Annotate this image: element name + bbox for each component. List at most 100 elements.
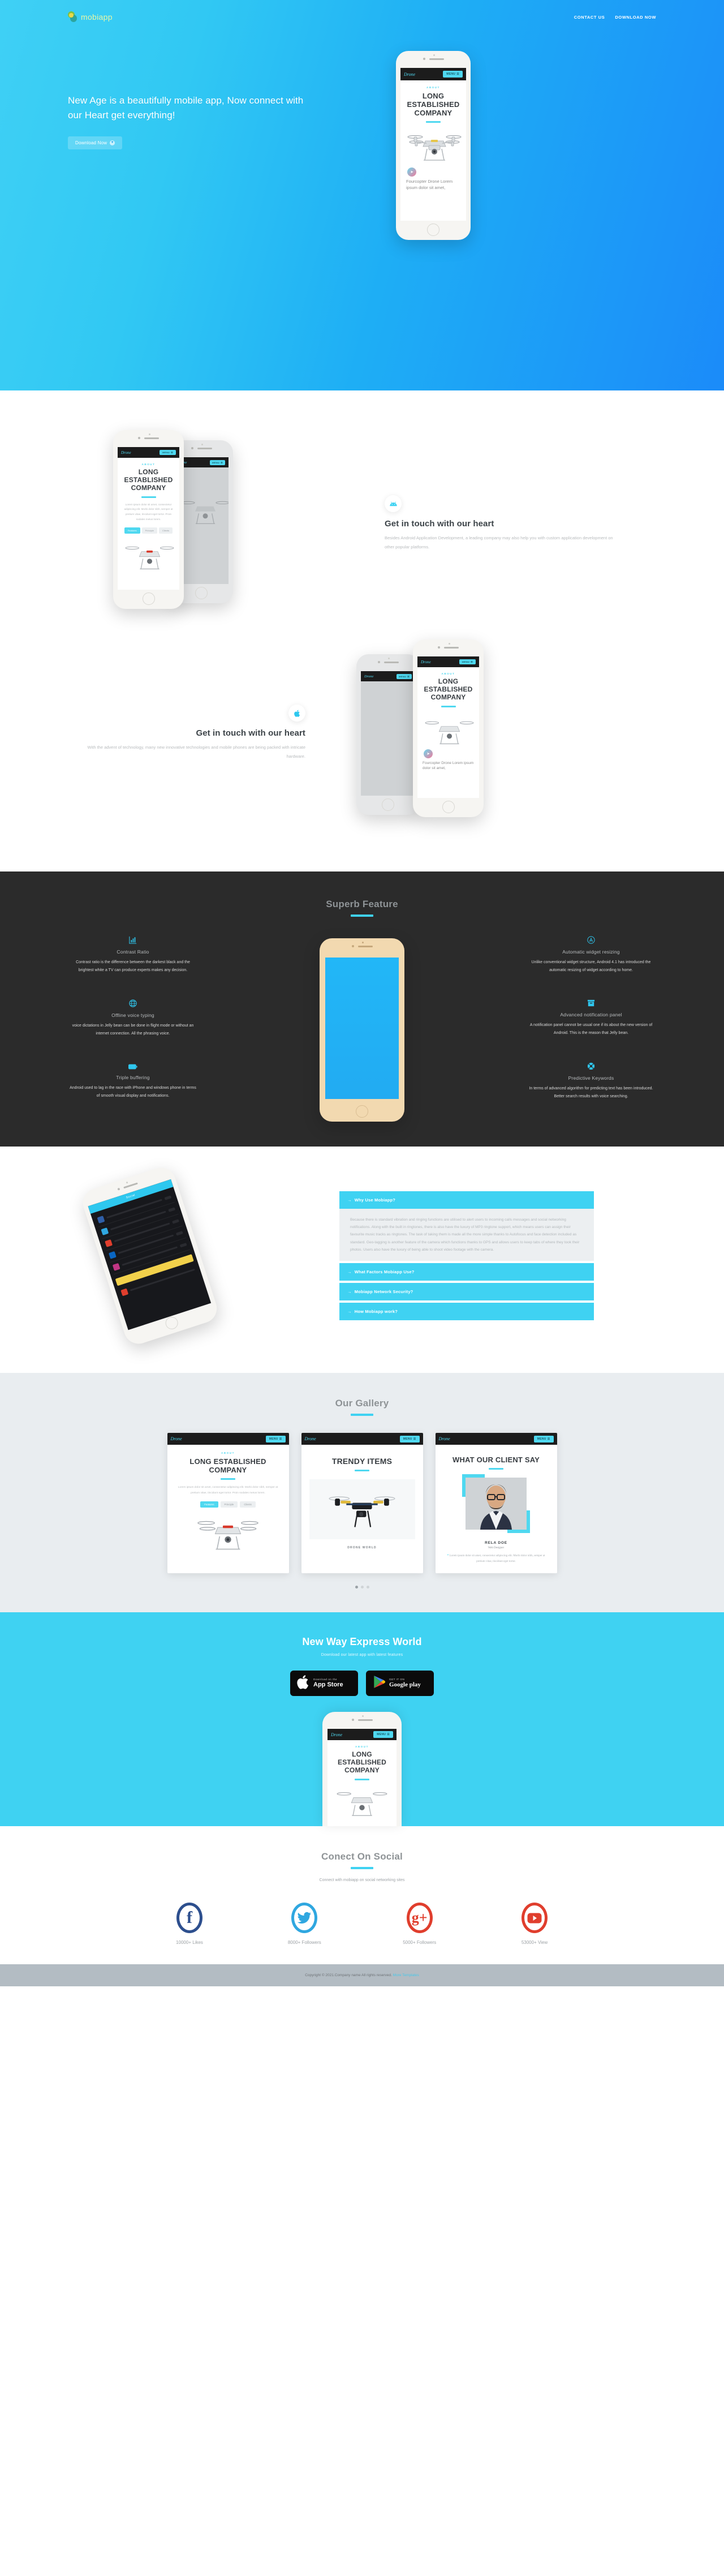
instagram-icon [112, 1263, 120, 1271]
gallery-title-block: Our Gallery [0, 1398, 724, 1416]
gallery-card[interactable]: Drone MENU ☰ TRENDY ITEMS DRONE WORLD [301, 1433, 423, 1574]
app-menu-button[interactable]: MENU ☰ [210, 460, 225, 465]
app-caption: Fourcopter Drone Lorem ipsum dolor sit a… [423, 761, 474, 770]
app-heading: LONG ESTABLISHED COMPANY [424, 677, 473, 701]
tab-principle[interactable]: Principle [141, 527, 157, 534]
client-name: RELA DOE [485, 1541, 507, 1545]
feature-title: Offline voice typing [111, 1012, 154, 1018]
faq-phone-visual: Social [68, 1164, 334, 1350]
brand-name: mobiapp [81, 12, 113, 22]
arrow-right-icon: → [347, 1289, 352, 1295]
arrow-right-icon: → [347, 1269, 352, 1275]
faq-answer: Because there is standard vibration and … [339, 1208, 594, 1261]
faq-item: → What Factors Mobiapp Use? [339, 1263, 594, 1281]
app-menu-button[interactable]: MENU ☰ [160, 450, 176, 455]
card-rule [355, 1470, 369, 1472]
phone-home-button[interactable] [382, 798, 394, 811]
title-rule [351, 915, 373, 917]
feature-item: Predictive Keywords In terms of advanced… [526, 1062, 656, 1101]
app-menu-label: MENU [269, 1437, 278, 1441]
app-store-button[interactable]: Download on the App Store [290, 1671, 358, 1697]
gallery-title: Our Gallery [335, 1398, 389, 1409]
gallery-dot-3[interactable] [366, 1586, 369, 1589]
nav-download-now[interactable]: DOWNLOAD NOW [615, 15, 656, 20]
app-kicker: ABOUT [426, 86, 440, 89]
social-item-twitter[interactable]: 8000+ Followers [262, 1903, 347, 1945]
tab-clients[interactable]: Clients [158, 527, 173, 534]
tab-principle[interactable]: Principle [220, 1501, 238, 1508]
phone-home-button[interactable] [442, 801, 455, 813]
faq-question[interactable]: → How Mobiapp work? [339, 1303, 594, 1321]
gallery-dot-1[interactable] [355, 1586, 358, 1589]
drone-image [406, 127, 462, 165]
download-cta-section: New Way Express World Download our lates… [0, 1612, 724, 1827]
app-menu-button[interactable]: MENU ☰ [399, 1435, 420, 1442]
quote-icon: ❝ [447, 1555, 449, 1558]
app-menu-button[interactable]: MENU ☰ [397, 673, 412, 679]
app-menu-button[interactable]: MENU ☰ [265, 1435, 286, 1442]
showcase-1-title: Get in touch with our heart [385, 519, 494, 529]
app-menu-button[interactable]: MENU ☰ [373, 1731, 393, 1738]
showcase-1-front-phone: Drone MENU ☰ ABOUT LONG ESTABLISHED COMPA… [113, 430, 184, 609]
app-menu-label: MENU [399, 675, 407, 678]
download-icon: ▼ [110, 140, 115, 145]
app-logo: Drone [364, 674, 374, 679]
tab-features[interactable]: Features [124, 527, 140, 534]
google-play-sub: GET IT ON [389, 1677, 405, 1681]
app-menu-button[interactable]: MENU ☰ [533, 1435, 554, 1442]
showcase-1-visual: Drone MENU☰ [68, 430, 385, 617]
phone-home-button[interactable] [427, 224, 439, 236]
gallery-pagination [0, 1586, 724, 1589]
nav-contact-us[interactable]: CONTACT US [574, 15, 605, 20]
card-image-frame [309, 1479, 415, 1540]
faq-question[interactable]: → Why Use Mobiapp? [339, 1191, 594, 1209]
social-label: 8000+ Followers [287, 1940, 321, 1946]
hamburger-icon: ☰ [407, 675, 410, 678]
tab-features[interactable]: Features [200, 1501, 218, 1508]
hero-body: New Age is a beautifully mobile app, Now… [68, 34, 656, 240]
app-menu-label: MENU [377, 1733, 386, 1737]
faq-question-label: What Factors Mobiapp Use? [354, 1269, 415, 1275]
hamburger-icon: ☰ [413, 1437, 416, 1441]
faq-phone-mockup: Social [79, 1164, 221, 1348]
social-item-facebook[interactable]: f 10000+ Likes [147, 1903, 232, 1945]
app-kicker: ABOUT [441, 672, 455, 675]
app-menu-button[interactable]: MENU ☰ [459, 659, 476, 664]
google-plus-icon: g+ [406, 1903, 433, 1934]
features-title-block: Superb Feature [0, 899, 724, 917]
hamburger-icon: ☰ [471, 660, 473, 663]
app-logo: Drone [421, 659, 431, 664]
tab-clients[interactable]: Clients [240, 1501, 256, 1508]
app-heading-rule [141, 496, 156, 498]
app-store-icon [526, 936, 656, 945]
gallery-card[interactable]: Drone MENU ☰ WHAT OUR CLIENT SAY RELA DO… [435, 1433, 557, 1574]
phone-home-button[interactable] [195, 587, 208, 599]
app-logo: Drone [121, 450, 131, 455]
app-menu-button[interactable]: MENU ☰ [443, 71, 463, 78]
faq-question-label: Mobiapp Network Security? [354, 1289, 413, 1295]
google-play-button[interactable]: GET IT ON Google play [366, 1671, 434, 1697]
hero-phone-mockup: Drone MENU ☰ ABOUT LONG ESTABLISHED COMP… [396, 51, 471, 240]
app-heading: LONG ESTABLISHED COMPANY [407, 92, 460, 118]
hero-download-button[interactable]: Download Now ▼ [68, 136, 123, 149]
showcase-1-text: Get in touch with our heart Besides Andr… [385, 495, 622, 552]
features-title: Superb Feature [326, 899, 398, 909]
social-item-youtube[interactable]: 53000+ View [492, 1903, 577, 1945]
hero-section: mobiapp CONTACT US DOWNLOAD NOW New Age … [0, 0, 724, 390]
phone-screen: Social [88, 1179, 212, 1330]
social-title-block: Conect On Social [0, 1851, 724, 1870]
card-rule [489, 1468, 503, 1470]
faq-question[interactable]: → Mobiapp Network Security? [339, 1283, 594, 1301]
gallery-card[interactable]: Drone MENU ☰ ABOUT LONG ESTABLISHED COMPA… [167, 1433, 289, 1574]
phone-home-button[interactable] [142, 593, 155, 605]
footer-link[interactable]: More Templates [393, 1973, 419, 1977]
faq-question[interactable]: → What Factors Mobiapp Use? [339, 1263, 594, 1281]
hamburger-icon: ☰ [221, 461, 223, 464]
feature-item: Advanced notification panel A notificati… [526, 999, 656, 1037]
phone-home-button[interactable] [356, 1105, 368, 1118]
app-tabs: Features Principle Clients [123, 527, 174, 534]
social-item-google-plus[interactable]: g+ 5000+ Followers [377, 1903, 462, 1945]
app-heading-rule [426, 121, 441, 123]
gallery-dot-2[interactable] [360, 1586, 364, 1589]
brand-logo[interactable]: mobiapp [68, 11, 113, 23]
